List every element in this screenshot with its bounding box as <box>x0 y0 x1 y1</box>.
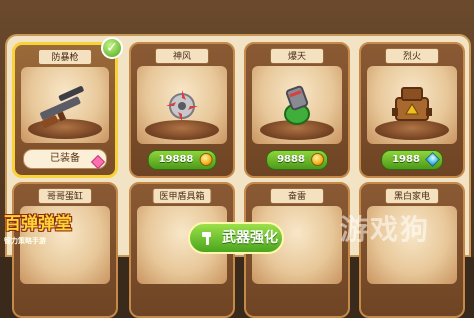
display-stage <box>21 67 109 143</box>
display-stage <box>137 66 227 144</box>
weapon-card-riot-gun[interactable]: 防暴枪 已装备 ✓ <box>12 37 123 178</box>
weapon-card-bomb[interactable]: 爆天 9888 <box>244 42 350 178</box>
bomb-launcher-icon <box>284 85 310 125</box>
logo-subtitle: 智力策略手游 <box>4 237 46 245</box>
weapon-name: 医甲盾具箱 <box>152 188 212 204</box>
gold-coin-icon <box>199 153 213 166</box>
upgrade-button-label: 武器强化 <box>222 230 278 246</box>
price-value: 19888 <box>158 154 194 165</box>
display-stage <box>367 66 457 144</box>
price-button[interactable]: 1988 <box>381 150 443 170</box>
weapon-card-wind[interactable]: 神风 19888 <box>129 42 235 178</box>
game-window: 防暴枪 已装备 ✓ 神风 19888 爆天 9888 烈火 1988 哥哥蛋缸 … <box>0 0 474 318</box>
weapon-name: 防暴枪 <box>38 49 92 65</box>
weapon-upgrade-button[interactable]: 武器强化 <box>188 222 284 254</box>
checkmark-icon: ✓ <box>101 37 123 59</box>
weapon-name: 黑白家电 <box>385 188 439 204</box>
weapon-name: 爆天 <box>270 48 324 64</box>
logo-title: 百弹弹堂 <box>4 214 72 234</box>
weapon-name: 哥哥蛋缸 <box>38 188 92 204</box>
weapon-name: 奋雷 <box>270 188 324 204</box>
game-logo: 百弹弹堂 智力策略手游 <box>4 212 90 254</box>
wind-blade-icon <box>166 90 198 122</box>
price-button[interactable]: 19888 <box>147 150 217 170</box>
diamond-gem-icon <box>425 152 440 167</box>
riot-gun-icon <box>40 86 84 128</box>
weapon-card-fire[interactable]: 烈火 1988 <box>359 42 465 178</box>
display-stage <box>252 66 342 144</box>
hammer-icon <box>202 232 211 245</box>
watermark-logo: 游戏狗 <box>340 213 431 246</box>
price-value: 9888 <box>277 154 305 165</box>
weapon-name: 烈火 <box>385 48 439 64</box>
price-value: 1988 <box>392 154 420 165</box>
price-button[interactable]: 9888 <box>266 150 328 170</box>
gold-coin-icon <box>310 153 324 166</box>
weapon-name: 神风 <box>155 48 209 64</box>
fire-cannon-icon <box>392 87 432 121</box>
